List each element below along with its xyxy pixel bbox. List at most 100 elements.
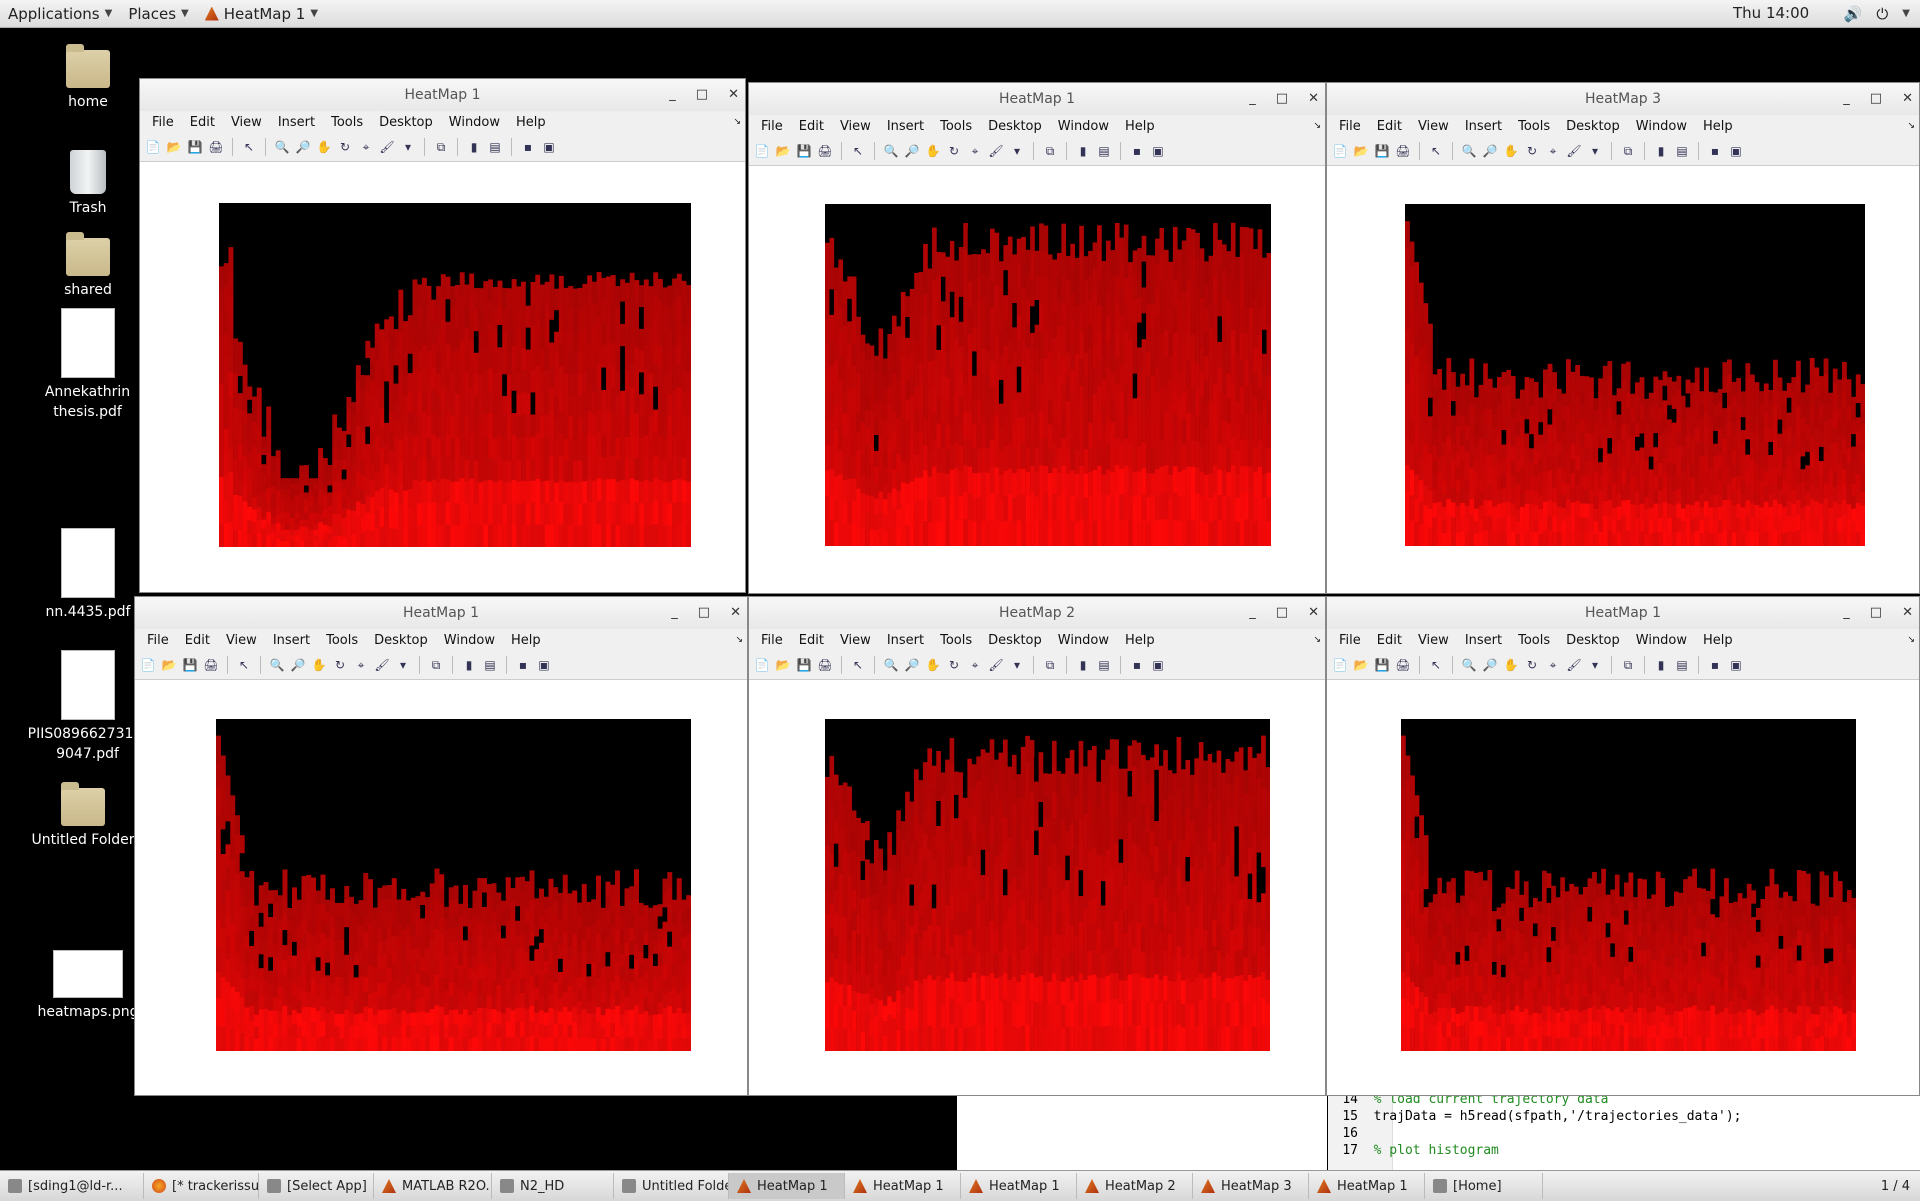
menu-view[interactable]: View	[832, 119, 879, 134]
pan-icon[interactable]: ✋	[924, 142, 942, 160]
colorbar-icon[interactable]: ▮	[1074, 142, 1092, 160]
rotate-icon[interactable]: ↻	[945, 142, 963, 160]
dropdown-icon[interactable]: ▾	[1008, 142, 1026, 160]
hide-tools-icon[interactable]: ▪	[519, 138, 537, 156]
applications-menu[interactable]: Applications ▼	[0, 0, 120, 27]
pan-icon[interactable]: ✋	[310, 656, 328, 674]
window-titlebar[interactable]: HeatMap 1 _ □ ✕	[140, 79, 745, 111]
zoom-in-icon[interactable]: 🔍	[273, 138, 291, 156]
close-icon[interactable]: ✕	[730, 597, 741, 629]
open-file-icon[interactable]: 📂	[774, 142, 792, 160]
new-file-icon[interactable]: 📄	[144, 138, 162, 156]
data-cursor-icon[interactable]: ⌖	[357, 138, 375, 156]
legend-icon[interactable]: ▤	[486, 138, 504, 156]
print-icon[interactable]: 🖨	[1394, 142, 1412, 160]
desktop-icon-heatmaps-png[interactable]: heatmaps.png	[33, 950, 143, 1022]
window-titlebar[interactable]: HeatMap 1 _ □ ✕	[749, 83, 1325, 115]
maximize-icon[interactable]: □	[1276, 83, 1288, 115]
menu-insert[interactable]: Insert	[270, 115, 323, 130]
minimize-icon[interactable]: _	[1843, 83, 1850, 115]
menu-edit[interactable]: Edit	[177, 633, 218, 648]
menu-help[interactable]: Help	[508, 115, 554, 130]
maximize-icon[interactable]: □	[1870, 83, 1882, 115]
open-file-icon[interactable]: 📂	[1352, 142, 1370, 160]
editor-line[interactable]: 15 trajData = h5read(sfpath,'/trajectori…	[1328, 1109, 1742, 1125]
minimize-icon[interactable]: _	[1249, 83, 1256, 115]
menu-edit[interactable]: Edit	[182, 115, 223, 130]
rotate-icon[interactable]: ↻	[336, 138, 354, 156]
menu-help[interactable]: Help	[1117, 119, 1163, 134]
hide-tools-icon[interactable]: ▪	[514, 656, 532, 674]
menu-file[interactable]: File	[139, 633, 177, 648]
menu-tools[interactable]: Tools	[932, 119, 980, 134]
hide-tools-icon[interactable]: ▪	[1128, 142, 1146, 160]
legend-icon[interactable]: ▤	[1095, 142, 1113, 160]
maximize-icon[interactable]: □	[696, 79, 708, 111]
save-icon[interactable]: 💾	[181, 656, 199, 674]
dock-arrow-icon[interactable]: ↘	[1907, 121, 1915, 131]
zoom-in-icon[interactable]: 🔍	[882, 142, 900, 160]
menu-edit[interactable]: Edit	[1369, 119, 1410, 134]
volume-icon[interactable]: 🔊	[1844, 5, 1863, 23]
figure-window[interactable]: HeatMap 3 _ □ ✕ FileEditViewInsertToolsD…	[1326, 82, 1920, 594]
menu-tools[interactable]: Tools	[1510, 119, 1558, 134]
save-icon[interactable]: 💾	[1373, 142, 1391, 160]
active-app-menu[interactable]: HeatMap 1 ▼	[197, 0, 326, 27]
zoom-out-icon[interactable]: 🔎	[294, 138, 312, 156]
menu-tools[interactable]: Tools	[323, 115, 371, 130]
pointer-icon[interactable]: ↖	[235, 656, 253, 674]
link-icon[interactable]: ⧉	[427, 656, 445, 674]
menu-help[interactable]: Help	[503, 633, 549, 648]
legend-icon[interactable]: ▤	[1673, 142, 1691, 160]
data-cursor-icon[interactable]: ⌖	[966, 142, 984, 160]
print-icon[interactable]: 🖨	[202, 656, 220, 674]
desktop-icon-home[interactable]: home	[33, 50, 143, 112]
legend-icon[interactable]: ▤	[481, 656, 499, 674]
dock-arrow-icon[interactable]: ↘	[1313, 121, 1321, 131]
minimize-icon[interactable]: _	[669, 79, 676, 111]
new-file-icon[interactable]: 📄	[753, 142, 771, 160]
brush-icon[interactable]: 🖌	[987, 142, 1005, 160]
open-file-icon[interactable]: 📂	[160, 656, 178, 674]
brush-icon[interactable]: 🖌	[378, 138, 396, 156]
rotate-icon[interactable]: ↻	[331, 656, 349, 674]
figure-window[interactable]: HeatMap 1 _ □ ✕ FileEditViewInsertToolsD…	[748, 82, 1326, 594]
pointer-icon[interactable]: ↖	[849, 142, 867, 160]
menu-window[interactable]: Window	[436, 633, 503, 648]
link-icon[interactable]: ⧉	[432, 138, 450, 156]
dropdown-icon[interactable]: ▾	[399, 138, 417, 156]
close-icon[interactable]: ✕	[728, 79, 739, 111]
save-icon[interactable]: 💾	[795, 142, 813, 160]
data-cursor-icon[interactable]: ⌖	[1544, 142, 1562, 160]
print-icon[interactable]: 🖨	[816, 142, 834, 160]
new-file-icon[interactable]: 📄	[1331, 142, 1349, 160]
chevron-down-icon[interactable]: ▼	[1902, 8, 1910, 19]
link-icon[interactable]: ⧉	[1619, 142, 1637, 160]
desktop-icon-trash[interactable]: Trash	[33, 150, 143, 218]
pointer-icon[interactable]: ↖	[1427, 142, 1445, 160]
menu-window[interactable]: Window	[1050, 119, 1117, 134]
hide-tools-icon[interactable]: ▪	[1706, 142, 1724, 160]
colorbar-icon[interactable]: ▮	[465, 138, 483, 156]
link-icon[interactable]: ⧉	[1041, 142, 1059, 160]
menu-insert[interactable]: Insert	[265, 633, 318, 648]
close-icon[interactable]: ✕	[1308, 83, 1319, 115]
rotate-icon[interactable]: ↻	[1523, 142, 1541, 160]
menu-file[interactable]: File	[753, 119, 791, 134]
desktop-icon-thesis-pdf[interactable]: Annekathrin thesis.pdf	[20, 308, 155, 422]
menu-desktop[interactable]: Desktop	[366, 633, 436, 648]
minimize-icon[interactable]: _	[671, 597, 678, 629]
new-file-icon[interactable]: 📄	[139, 656, 157, 674]
pan-icon[interactable]: ✋	[1502, 142, 1520, 160]
window-titlebar[interactable]: HeatMap 1 _ □ ✕	[135, 597, 747, 629]
show-tools-icon[interactable]: ▣	[535, 656, 553, 674]
zoom-in-icon[interactable]: 🔍	[268, 656, 286, 674]
menu-view[interactable]: View	[1410, 119, 1457, 134]
clock[interactable]: Thu 14:00	[1733, 0, 1809, 27]
zoom-out-icon[interactable]: 🔎	[903, 142, 921, 160]
figure-window[interactable]: HeatMap 1 _ □ ✕ FileEditViewInsertToolsD…	[134, 596, 748, 1096]
dropdown-icon[interactable]: ▾	[394, 656, 412, 674]
colorbar-icon[interactable]: ▮	[460, 656, 478, 674]
editor-line[interactable]: 17 % plot histogram	[1328, 1143, 1499, 1159]
places-menu[interactable]: Places ▼	[120, 0, 196, 27]
